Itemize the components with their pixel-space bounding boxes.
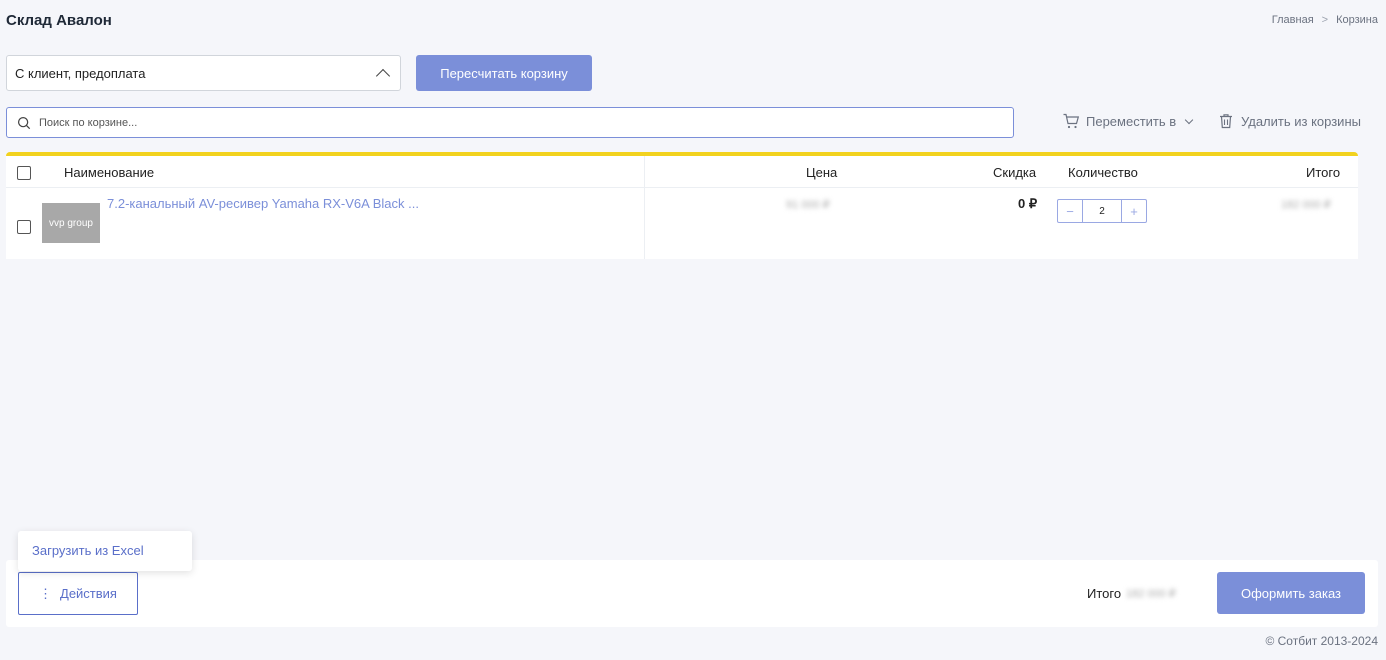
more-vertical-icon: ⋮ (39, 585, 53, 601)
breadcrumb: Главная > Корзина (1272, 14, 1378, 26)
cart-icon (1063, 113, 1080, 129)
increase-button[interactable]: + (1122, 200, 1146, 222)
breadcrumb-home-link[interactable]: Главная (1272, 14, 1314, 26)
quantity-input[interactable]: 2 (1082, 200, 1122, 222)
copyright: © Сотбит 2013-2024 (1265, 634, 1378, 648)
place-order-button[interactable]: Оформить заказ (1217, 572, 1365, 614)
chevron-up-icon (375, 68, 391, 83)
chevron-down-icon (1184, 115, 1194, 124)
row-checkbox[interactable] (17, 220, 31, 234)
chevron-right-icon: > (1321, 14, 1329, 26)
product-discount: 0 ₽ (1018, 196, 1038, 211)
delete-label: Удалить из корзины (1241, 113, 1361, 129)
column-price: Цена (806, 165, 838, 180)
delete-from-cart-button[interactable]: Удалить из корзины (1217, 112, 1361, 130)
trash-icon (1220, 114, 1232, 129)
product-name-link[interactable]: 7.2-канальный AV-ресивер Yamaha RX-V6A B… (107, 196, 419, 211)
move-to-label: Переместить в (1086, 113, 1177, 129)
cart-footer: ⋮ Действия Итого 182 000 ₽ Оформить зака… (6, 560, 1378, 627)
page-title: Склад Авалон (6, 12, 112, 29)
column-divider (644, 156, 645, 259)
actions-label: Действия (60, 586, 117, 601)
actions-button[interactable]: ⋮ Действия (18, 572, 138, 615)
column-quantity: Количество (1068, 165, 1138, 180)
column-name: Наименование (64, 165, 155, 180)
order-type-value: С клиент, предоплата (15, 65, 146, 81)
footer-total-value: 182 000 ₽ (1126, 588, 1176, 600)
product-thumbnail[interactable]: vvp group (42, 203, 100, 243)
search-icon (17, 116, 31, 129)
footer-total-label: Итого (1087, 586, 1122, 601)
row-total: 182 000 ₽ (1281, 199, 1331, 211)
recalculate-cart-button[interactable]: Пересчитать корзину (416, 55, 592, 91)
product-price: 91 000 ₽ (786, 199, 830, 211)
select-all-checkbox[interactable] (17, 166, 31, 180)
cart-search[interactable] (6, 107, 1014, 138)
cart-table: Наименование Цена Скидка Количество Итог… (6, 152, 1358, 259)
order-type-select[interactable]: С клиент, предоплата (6, 55, 401, 91)
breadcrumb-current: Корзина (1336, 14, 1378, 26)
quantity-stepper[interactable]: − 2 + (1057, 199, 1147, 223)
upload-excel-menu-item[interactable]: Загрузить из Excel (18, 531, 192, 571)
table-header: Наименование Цена Скидка Количество Итог… (6, 156, 1358, 188)
search-input[interactable] (39, 116, 939, 129)
column-discount: Скидка (993, 165, 1037, 180)
move-to-button[interactable]: Переместить в (1062, 112, 1194, 130)
column-total: Итого (1306, 165, 1341, 180)
decrease-button[interactable]: − (1058, 200, 1082, 222)
